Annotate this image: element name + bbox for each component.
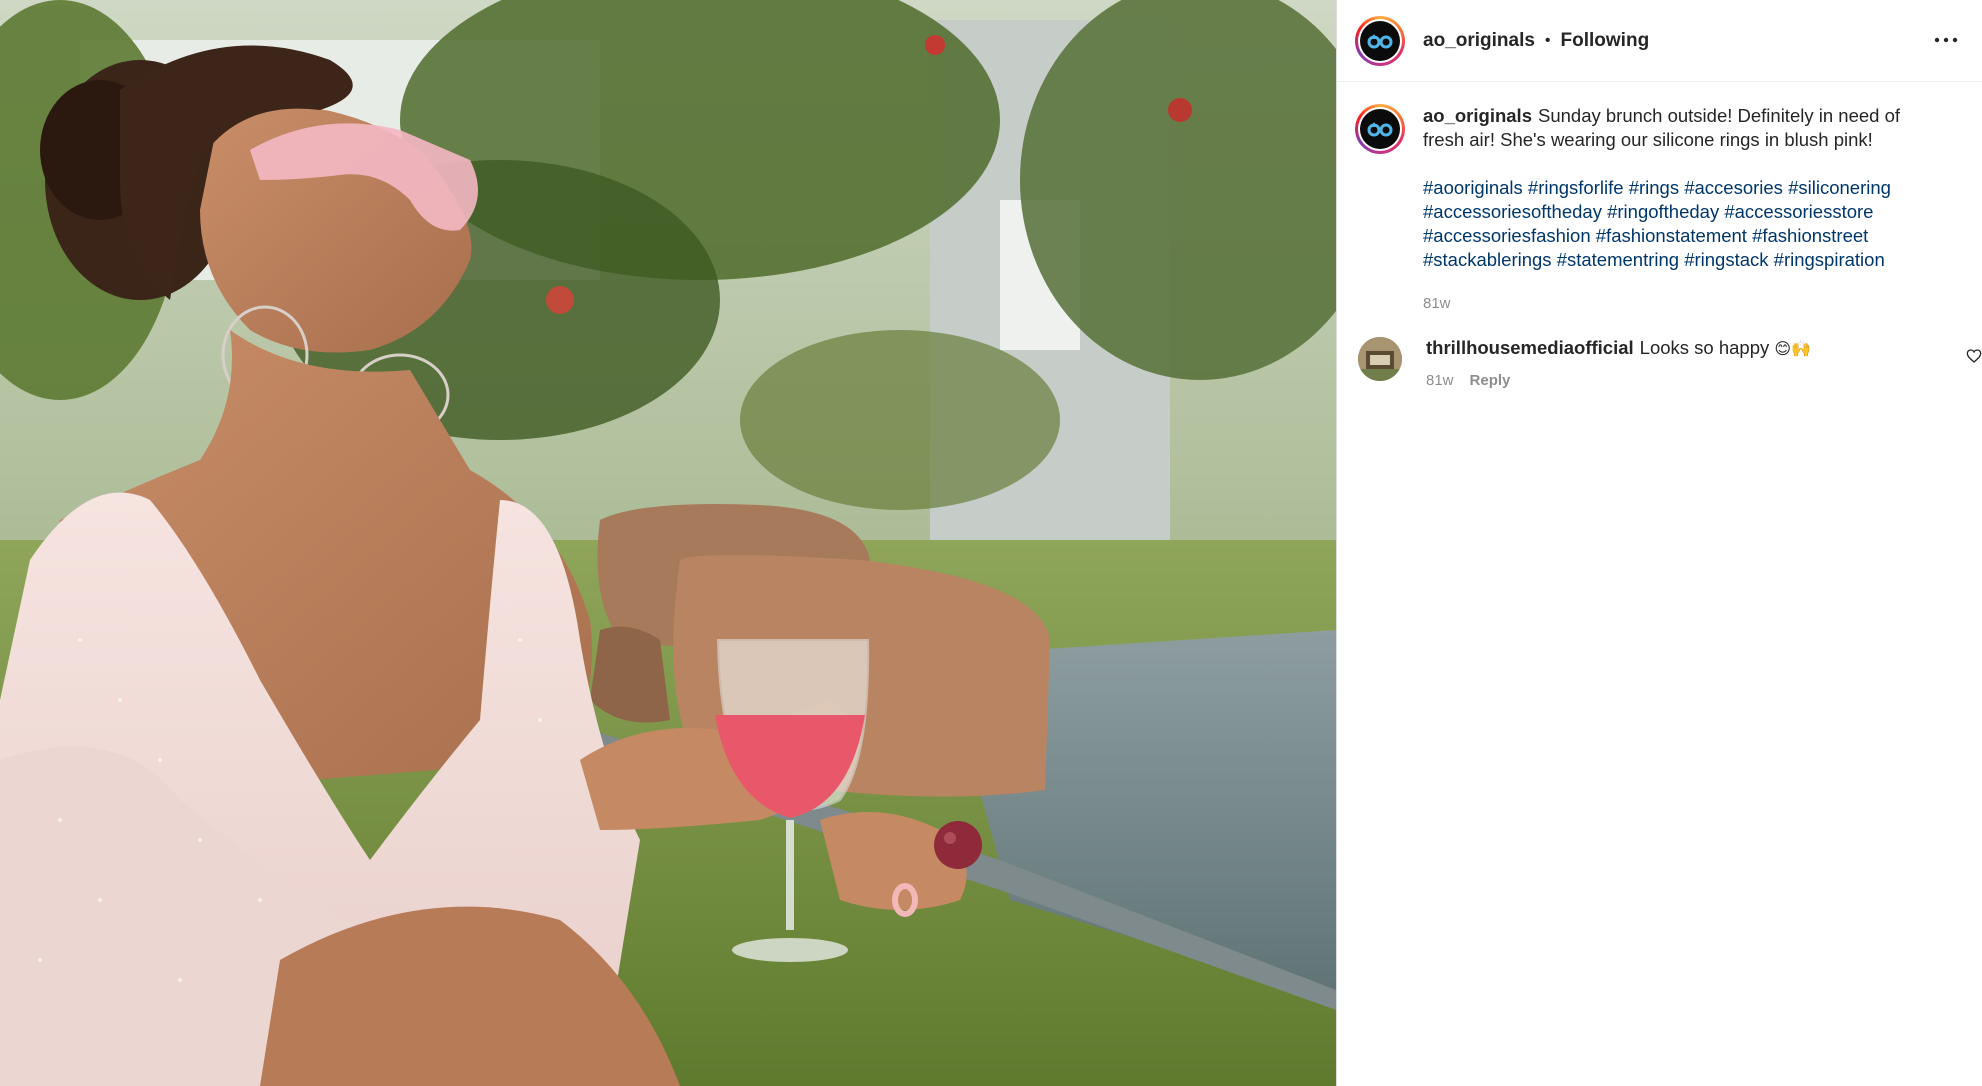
hashtag-link[interactable]: #fashionstatement xyxy=(1596,225,1747,246)
instagram-post-modal: ao_originals • Following ao_originals Su… xyxy=(0,0,1982,1086)
hashtag-link[interactable]: #rings xyxy=(1629,177,1679,198)
hashtag-link[interactable]: #stackablerings xyxy=(1423,249,1552,270)
commenter-avatar[interactable] xyxy=(1358,337,1402,381)
following-button[interactable]: Following xyxy=(1561,30,1650,52)
hashtag-link[interactable]: #ringstack xyxy=(1684,249,1768,270)
caption-hashtags: #aooriginals #ringsforlife #rings #acces… xyxy=(1423,176,1943,272)
hashtag-link[interactable]: #accesories xyxy=(1684,177,1783,198)
comment-emoji: 😊🙌 xyxy=(1774,339,1811,358)
caption-timestamp[interactable]: 81w xyxy=(1423,295,1943,312)
commenter-username-link[interactable]: thrillhousemediaofficial xyxy=(1426,337,1634,358)
post-details-panel: ao_originals • Following ao_originals Su… xyxy=(1337,0,1982,1086)
hashtag-link[interactable]: #accessoriesoftheday xyxy=(1423,201,1602,222)
heart-outline-icon[interactable] xyxy=(1966,348,1982,364)
hashtag-link[interactable]: #accessoriesfashion xyxy=(1423,225,1591,246)
hashtag-link[interactable]: #ringoftheday xyxy=(1607,201,1719,222)
hashtag-link[interactable]: #statementring xyxy=(1557,249,1679,270)
post-header: ao_originals • Following xyxy=(1337,0,1982,82)
caption-body: ao_originals Sunday brunch outside! Defin… xyxy=(1423,104,1943,312)
caption: ao_originals Sunday brunch outside! Defin… xyxy=(1337,82,1982,312)
hashtag-link[interactable]: #accessoriesstore xyxy=(1724,201,1873,222)
reply-button[interactable]: Reply xyxy=(1470,372,1511,389)
post-photo-illustration xyxy=(0,0,1336,1086)
more-options-icon[interactable] xyxy=(1932,26,1960,54)
comment-text: thrillhousemediaofficial Looks so happy 😊… xyxy=(1426,336,1811,361)
comment-timestamp[interactable]: 81w xyxy=(1426,372,1454,389)
hashtag-link[interactable]: #fashionstreet xyxy=(1752,225,1868,246)
author-avatar[interactable] xyxy=(1355,15,1405,66)
author-username-link[interactable]: ao_originals xyxy=(1423,30,1535,52)
comment-body: thrillhousemediaofficial Looks so happy 😊… xyxy=(1426,336,1811,389)
ao-originals-logo-icon xyxy=(1360,20,1400,61)
hashtag-link[interactable]: #aooriginals xyxy=(1423,177,1523,198)
caption-author-avatar[interactable] xyxy=(1355,104,1405,154)
post-photo[interactable] xyxy=(0,0,1336,1086)
comment-meta: 81w Reply xyxy=(1426,372,1811,389)
caption-text: ao_originals Sunday brunch outside! Defin… xyxy=(1423,104,1943,152)
ao-originals-logo-icon xyxy=(1360,109,1400,149)
header-separator: • xyxy=(1544,31,1551,49)
hashtag-link[interactable]: #siliconering xyxy=(1788,177,1891,198)
hashtag-link[interactable]: #ringspiration xyxy=(1774,249,1885,270)
hashtag-link[interactable]: #ringsforlife xyxy=(1528,177,1624,198)
comment-message: Looks so happy xyxy=(1639,337,1770,358)
caption-username-link[interactable]: ao_originals xyxy=(1423,105,1532,126)
comment-item: thrillhousemediaofficial Looks so happy 😊… xyxy=(1337,312,1982,389)
